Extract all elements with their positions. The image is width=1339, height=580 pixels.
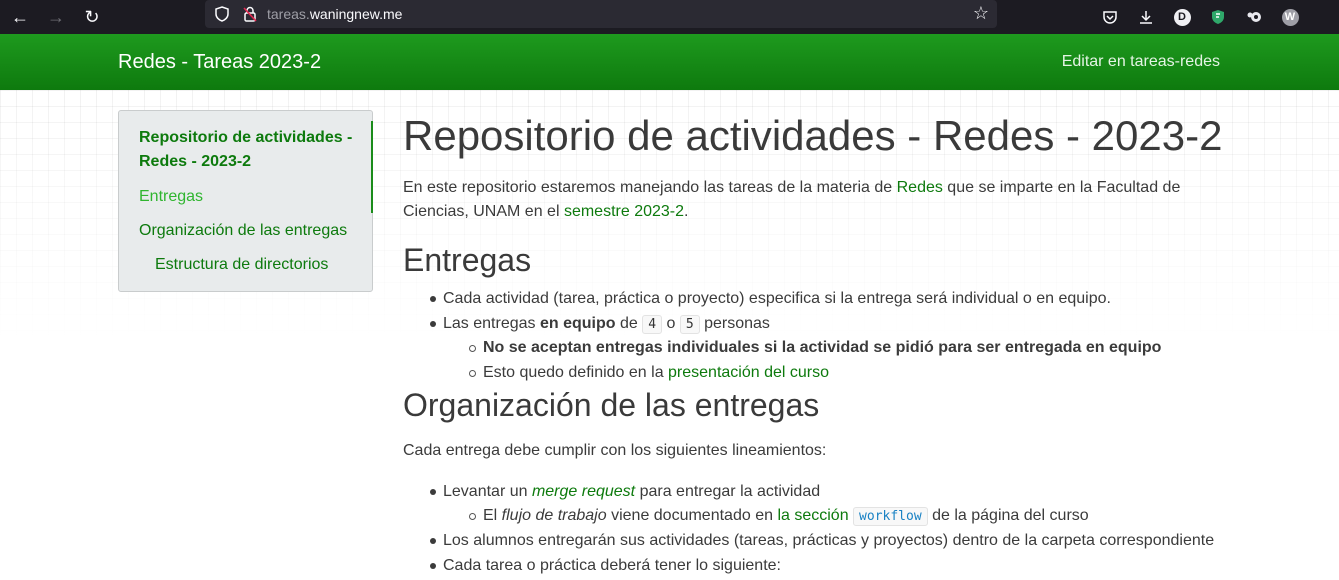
link-semestre[interactable]: semestre 2023-2 [564,203,684,220]
toc-active-indicator [371,121,373,213]
sub-bullet [469,370,476,377]
list-text: Esto quedo definido en la [483,364,669,381]
toc-item-estructura[interactable]: Estructura de directorios [155,253,328,277]
list-text: personas [699,315,770,332]
toc-item-repositorio[interactable]: Repositorio de actividades - Redes - 202… [139,126,365,174]
intro-text-3: Ciencias, UNAM en el [403,203,564,220]
url-text[interactable]: tareas.waningnew.me [267,6,402,22]
download-icon[interactable] [1133,4,1159,30]
back-icon[interactable]: ← [7,4,33,30]
bullet [430,296,436,302]
inline-code-workflow[interactable]: workflow [853,507,928,526]
sub-bullet [469,345,476,352]
intro-text-4: . [684,203,689,220]
link-merge-request[interactable]: merge request [532,483,635,500]
inline-code: 5 [679,315,700,334]
bullet [430,538,436,544]
url-subdomain: tareas. [267,6,310,22]
link-presentacion[interactable]: presentación del curso [668,364,829,381]
list-item: El flujo de trabajo viene documentado en… [483,504,1089,529]
list-item: Levantar un merge request para entregar … [443,480,820,504]
pocket-icon[interactable] [1097,4,1123,30]
url-bar[interactable]: tareas.waningnew.me ☆ [205,0,997,28]
shield-icon[interactable] [213,5,231,23]
list-text: de [615,315,643,332]
account-d-icon[interactable]: D [1169,4,1195,30]
intro-text-2: que se imparte en la Facultad de [942,179,1181,196]
forward-icon[interactable]: → [43,4,69,30]
reload-icon[interactable]: ↻ [79,4,105,30]
bullet [430,489,436,495]
bullet [430,563,436,569]
list-italic-text: flujo de trabajo [501,507,607,524]
table-of-contents: Repositorio de actividades - Redes - 202… [118,110,373,292]
link-redes[interactable]: Redes [897,179,943,196]
list-text: de la página del curso [927,507,1089,524]
list-text: El [483,507,502,524]
account-w-icon[interactable]: W [1277,4,1303,30]
heading-entregas: Entregas [403,242,532,278]
list-item: No se aceptan entregas individuales si l… [483,339,1162,356]
org-intro: Cada entrega debe cumplir con los siguie… [403,442,827,459]
intro-paragraph: En este repositorio estaremos manejando … [403,176,1203,224]
url-domain: waningnew.me [309,6,403,22]
extension-puzzle-icon[interactable] [1241,4,1267,30]
page-title: Repositorio de actividades - Redes - 202… [403,112,1223,159]
list-item: Las entregas en equipo de 4 o 5 personas [443,312,770,337]
list-text: o [662,315,680,332]
list-text: Las entregas [443,315,540,332]
list-text: para entregar la actividad [635,483,821,500]
list-item: Cada actividad (tarea, práctica o proyec… [443,290,1111,307]
list-item: Cada tarea o práctica deberá tener lo si… [443,557,781,574]
list-item: Esto quedo definido en la presentación d… [483,361,829,385]
extension-shield-icon[interactable] [1205,4,1231,30]
site-header: Redes - Tareas 2023-2 Editar en tareas-r… [0,34,1339,90]
site-title[interactable]: Redes - Tareas 2023-2 [118,51,321,74]
link-seccion[interactable]: la sección [777,507,848,524]
sub-bullet [469,513,476,520]
intro-text-1: En este repositorio estaremos manejando … [403,179,897,196]
toc-item-entregas[interactable]: Entregas [139,185,203,209]
bookmark-star-icon[interactable]: ☆ [973,3,989,24]
heading-organizacion: Organización de las entregas [403,387,820,423]
list-item: Los alumnos entregarán sus actividades (… [443,532,1215,549]
lock-icon[interactable] [241,5,259,23]
list-bold-text: en equipo [539,315,616,332]
list-text: viene documentado en [606,507,778,524]
edit-link[interactable]: Editar en tareas-redes [1062,53,1220,71]
bullet [430,321,436,327]
list-text: Levantar un [443,483,532,500]
inline-code: 4 [642,315,663,334]
browser-toolbar: ← → ↻ tareas.waningnew.me ☆ D W [0,0,1339,34]
toc-item-organizacion[interactable]: Organización de las entregas [139,219,347,243]
